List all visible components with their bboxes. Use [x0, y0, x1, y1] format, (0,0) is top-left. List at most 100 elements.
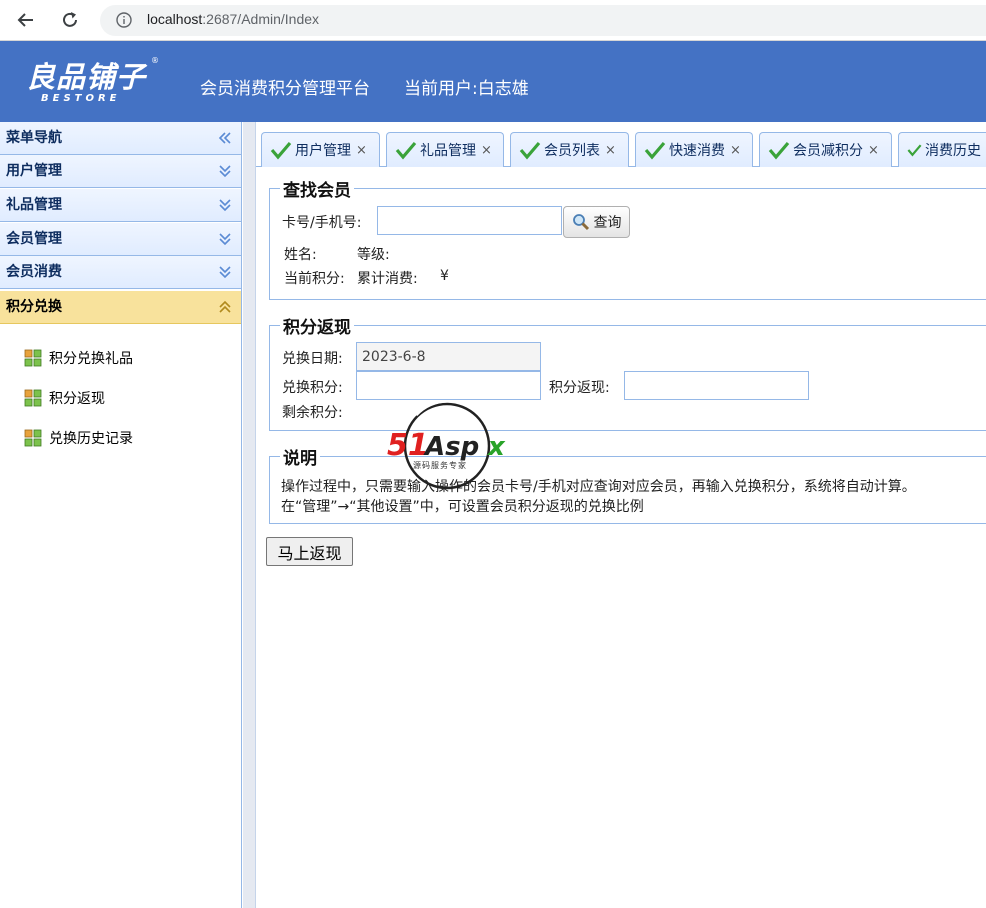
tab-label: 会员列表 [544, 143, 600, 159]
sidebar-group-gift-mgmt[interactable]: 礼品管理 [0, 189, 241, 222]
logo-english: BESTORE [41, 93, 121, 104]
sidebar-group-label: 积分兑换 [6, 299, 62, 315]
notes-legend: 说明 [283, 449, 317, 469]
check-icon [768, 141, 790, 160]
chevron-double-down-icon[interactable] [218, 198, 232, 212]
close-icon[interactable]: × [356, 143, 367, 158]
sidebar-group-label: 礼品管理 [6, 197, 62, 213]
sidebar-group-member-mgmt[interactable]: 会员管理 [0, 223, 241, 256]
search-button[interactable]: 查询 [563, 206, 630, 238]
tab-label: 礼品管理 [420, 143, 476, 159]
chevron-double-down-icon[interactable] [218, 232, 232, 246]
card-number-label: 卡号/手机号: [282, 215, 362, 231]
info-icon[interactable] [116, 12, 132, 28]
level-label: 等级: [357, 247, 390, 263]
svg-text:x: x [486, 432, 506, 462]
cashback-amount-label: 积分返现: [549, 380, 610, 396]
grid-icon [24, 349, 42, 367]
close-icon[interactable]: × [605, 143, 616, 158]
cashback-amount-input[interactable] [624, 371, 809, 400]
watermark-logo-icon: 51 Asp x 源码服务专家 [387, 396, 506, 490]
sidebar-group-member-consume[interactable]: 会员消费 [0, 256, 241, 289]
tab-member-deduct-points[interactable]: 会员减积分 × [759, 132, 892, 167]
sidebar-item-points-cashback[interactable]: 积分返现 [24, 387, 105, 409]
bestore-logo: 良品铺子 ® BESTORE [26, 54, 159, 110]
sidebar-title: 菜单导航 [0, 122, 241, 155]
current-user: 当前用户:白志雄 [404, 79, 529, 99]
51aspx-watermark: 51 Asp x 源码服务专家 [385, 396, 515, 494]
reload-icon [63, 12, 77, 27]
url-text[interactable]: localhost:2687/Admin/Index [147, 11, 319, 27]
sidebar-group-label: 会员消费 [6, 264, 62, 280]
exchange-points-label: 兑换积分: [282, 380, 343, 396]
close-icon[interactable]: × [481, 143, 492, 158]
card-number-input[interactable] [377, 206, 562, 235]
tab-user-mgmt[interactable]: 用户管理 × [261, 132, 380, 167]
grid-icon [24, 389, 42, 407]
sidebar-item-points-gift[interactable]: 积分兑换礼品 [24, 347, 133, 369]
arrow-left-icon [17, 13, 33, 27]
exchange-date-label: 兑换日期: [282, 351, 343, 367]
total-consumption-label: 累计消费: [357, 271, 418, 287]
cashback-legend: 积分返现 [283, 318, 351, 338]
sidebar-group-user-mgmt[interactable]: 用户管理 [0, 155, 241, 188]
tab-gift-mgmt[interactable]: 礼品管理 × [386, 132, 504, 167]
chevron-double-down-icon[interactable] [218, 265, 232, 279]
sidebar-item-label: 积分返现 [49, 391, 105, 407]
collapse-left-icon[interactable] [218, 131, 232, 145]
tab-label: 用户管理 [295, 143, 351, 159]
svg-text:51: 51 [387, 428, 429, 463]
sidebar-item-label: 积分兑换礼品 [49, 351, 133, 367]
exchange-date-input[interactable] [356, 342, 541, 371]
grid-icon [24, 429, 42, 447]
url-path: :2687/Admin/Index [202, 11, 320, 27]
url-host: localhost [147, 11, 203, 27]
cashback-submit-button[interactable]: 马上返现 [266, 537, 353, 566]
sidebar-title-label: 菜单导航 [6, 130, 62, 146]
check-icon [907, 144, 922, 157]
notes-line-1: 操作过程中，只需要输入操作的会员卡号/手机对应查询对应会员，再输入兑换积分，系统… [281, 479, 916, 495]
search-button-label: 查询 [593, 215, 622, 231]
chevron-double-down-icon[interactable] [218, 164, 232, 178]
find-member-legend: 查找会员 [283, 181, 351, 201]
tab-member-list[interactable]: 会员列表 × [510, 132, 629, 167]
tab-label: 快速消费 [669, 143, 725, 159]
address-bar[interactable]: localhost:2687/Admin/Index [100, 5, 986, 36]
sidebar-item-label: 兑换历史记录 [49, 431, 133, 447]
tab-consume-history[interactable]: 消费历史 [898, 132, 986, 167]
remaining-points-label: 剩余积分: [282, 405, 343, 421]
check-icon [270, 141, 292, 160]
logo-registered-mark: ® [151, 56, 159, 65]
check-icon [395, 141, 417, 160]
tab-label: 消费历史 [925, 143, 981, 159]
exchange-points-input[interactable] [356, 371, 541, 400]
chevron-double-up-icon[interactable] [218, 300, 232, 314]
svg-text:源码服务专家: 源码服务专家 [413, 460, 467, 470]
name-label: 姓名: [284, 247, 317, 263]
back-button[interactable] [14, 8, 38, 32]
check-icon [644, 141, 666, 160]
logo-chinese: 良品铺子 [26, 60, 147, 94]
tab-strip: 用户管理 × 礼品管理 × 会员列表 × 快速消费 × 会员减积分 × 消费历史 [256, 122, 986, 167]
tab-label: 会员减积分 [793, 143, 863, 159]
app-header: 良品铺子 ® BESTORE 会员消费积分管理平台 当前用户:白志雄 [0, 41, 986, 122]
layout-splitter[interactable] [243, 122, 256, 908]
sidebar-menu: 菜单导航 用户管理 礼品管理 会员管理 会员消费 积分兑换 积分兑换礼品 积分返… [0, 122, 242, 908]
notes-line-2: 在“管理”→“其他设置”中，可设置会员积分返现的兑换比例 [281, 499, 644, 515]
sidebar-group-label: 会员管理 [6, 231, 62, 247]
reload-button[interactable] [58, 8, 82, 32]
tab-quick-consume[interactable]: 快速消费 × [635, 132, 753, 167]
close-icon[interactable]: × [868, 143, 879, 158]
sidebar-item-exchange-history[interactable]: 兑换历史记录 [24, 427, 133, 449]
sidebar-group-label: 用户管理 [6, 163, 62, 179]
browser-toolbar: localhost:2687/Admin/Index [0, 0, 986, 41]
currency-symbol: ¥ [440, 268, 449, 284]
main-content: 查找会员 卡号/手机号: 查询 姓名: 等级: 当前积分: 累计消费: ¥ 积分… [256, 168, 986, 908]
check-icon [519, 141, 541, 160]
sidebar-group-points-exchange[interactable]: 积分兑换 [0, 291, 241, 324]
magnifier-icon [572, 214, 589, 231]
platform-title: 会员消费积分管理平台 [200, 79, 370, 99]
current-points-label: 当前积分: [284, 271, 345, 287]
svg-text:Asp: Asp [423, 432, 479, 462]
close-icon[interactable]: × [730, 143, 741, 158]
